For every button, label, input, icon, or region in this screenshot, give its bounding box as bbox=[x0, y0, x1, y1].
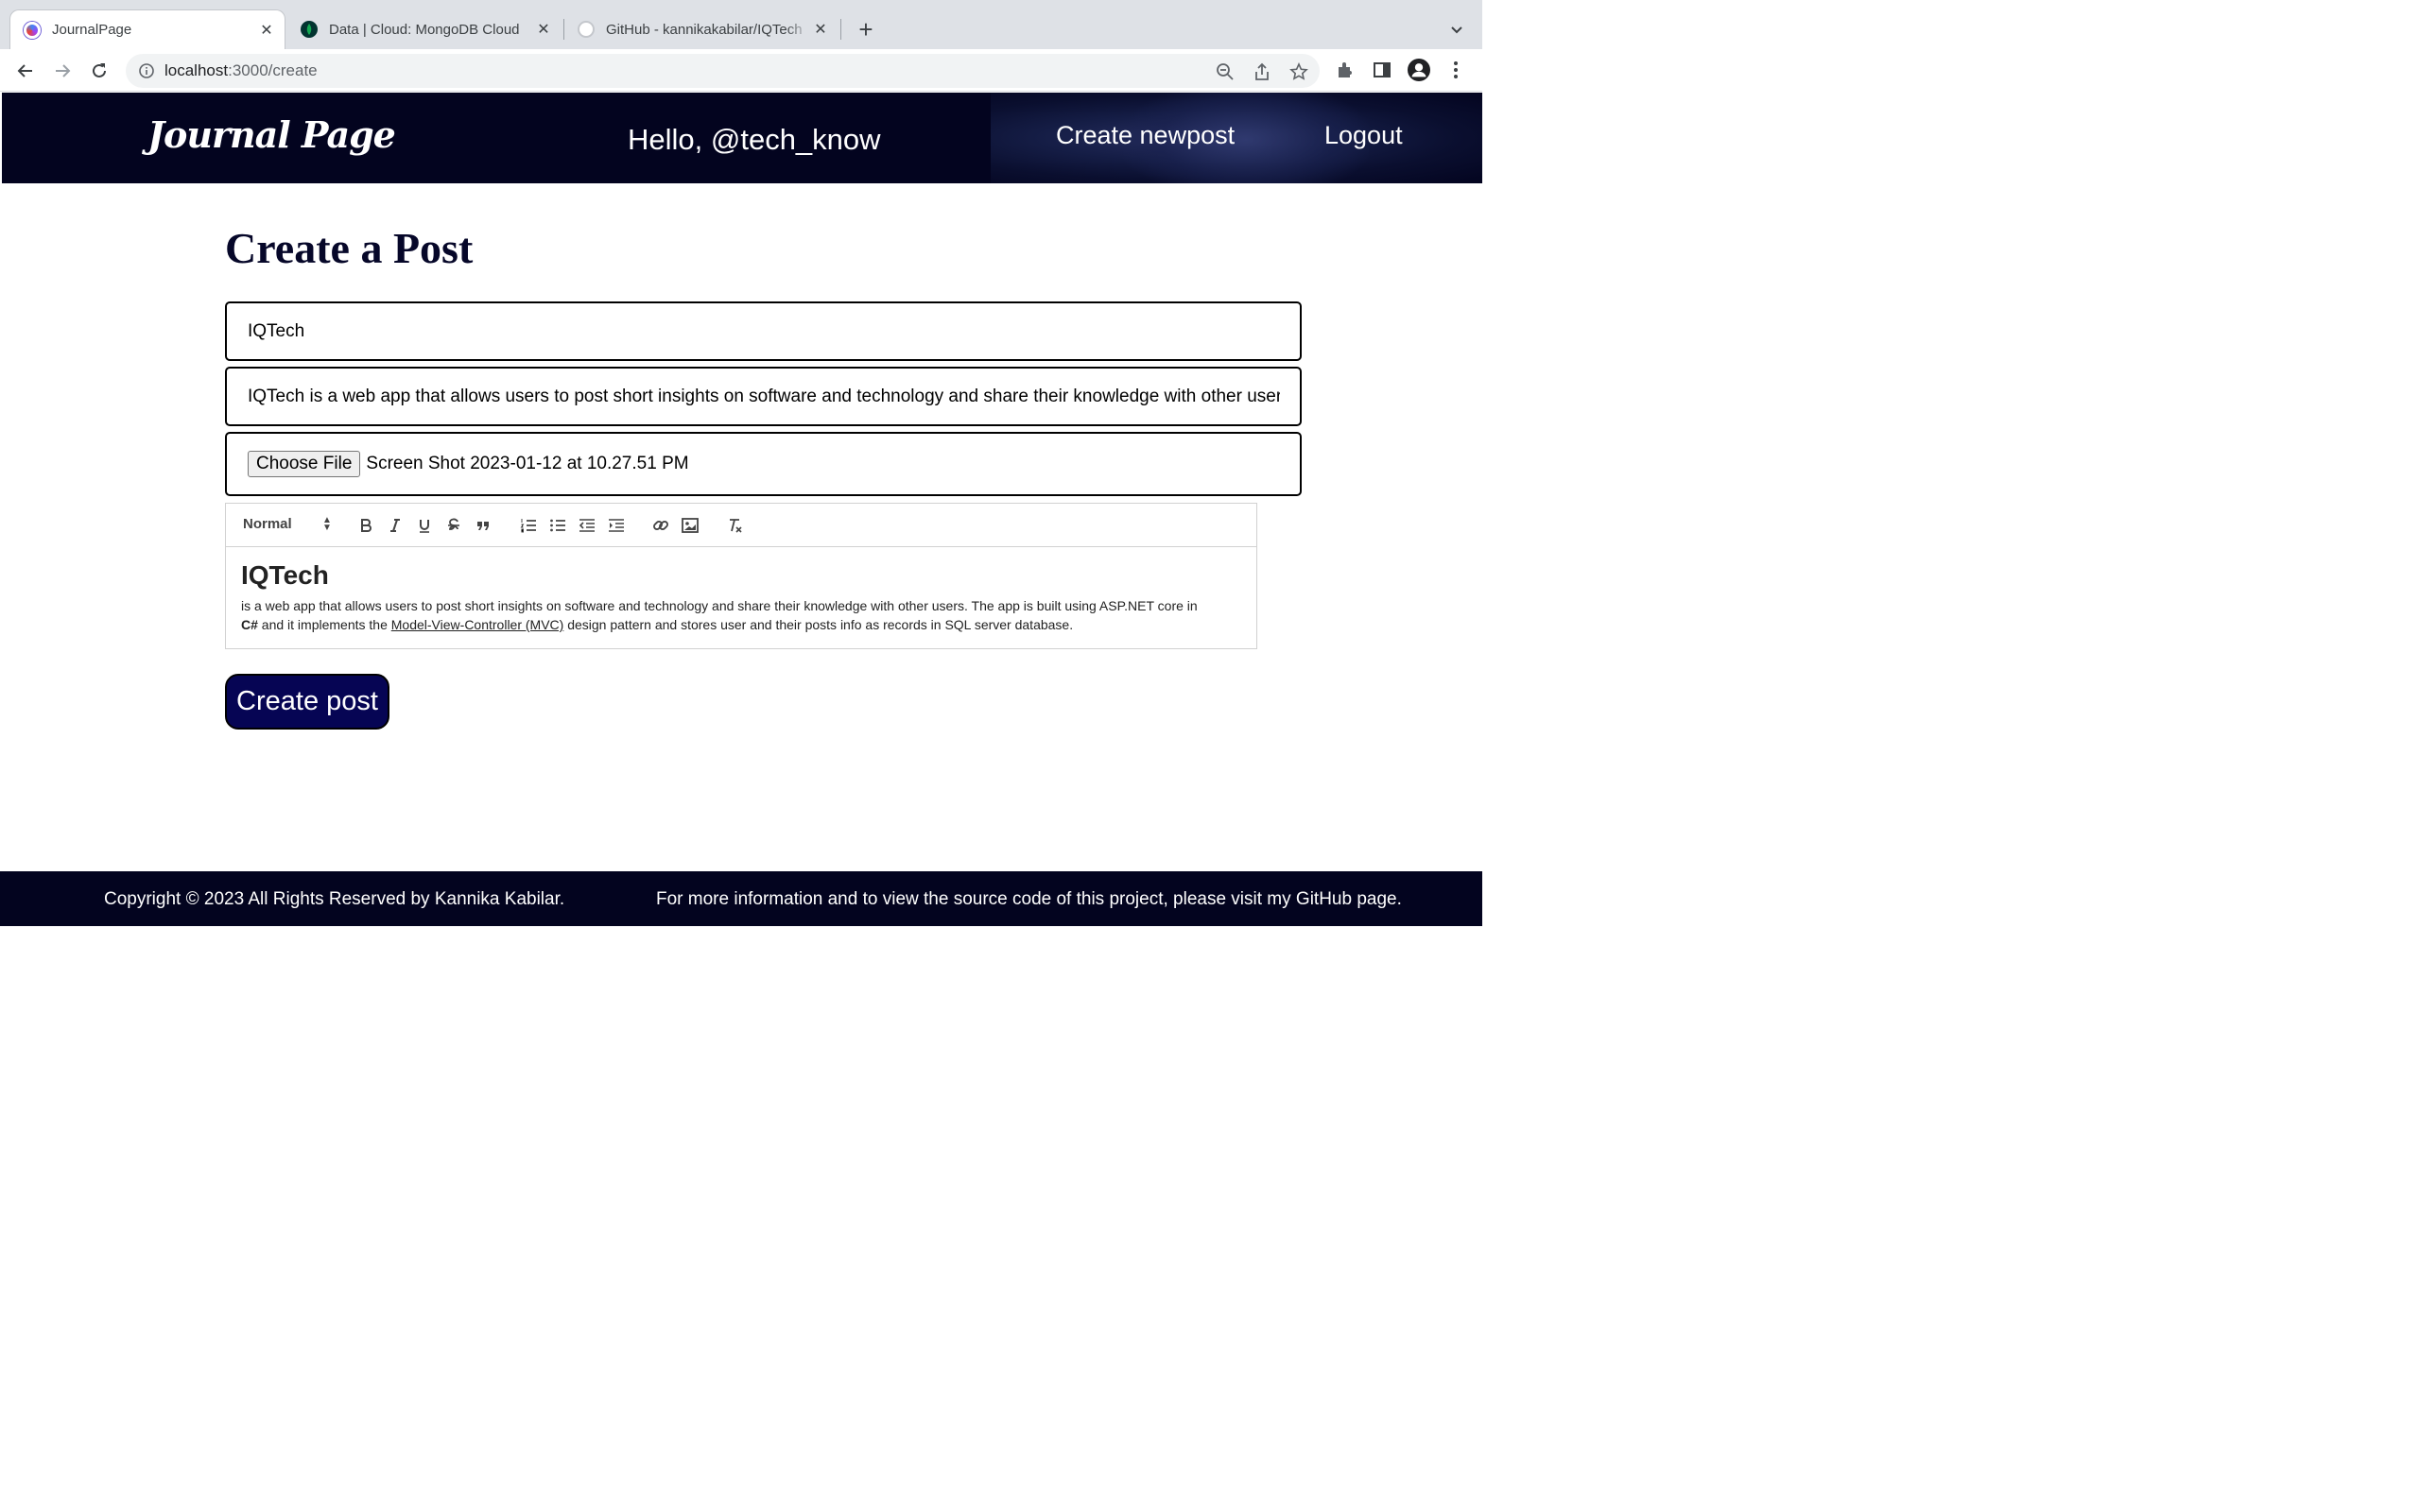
bookmark-star-icon[interactable] bbox=[1289, 62, 1308, 81]
editor-link[interactable]: Model-View-Controller (MVC) bbox=[391, 617, 564, 632]
footer-copyright: Copyright © 2023 All Rights Reserved by … bbox=[104, 889, 565, 909]
close-tab-icon[interactable]: ✕ bbox=[256, 20, 277, 41]
close-tab-icon[interactable]: ✕ bbox=[810, 19, 831, 40]
editor-paragraph: is a web app that allows users to post s… bbox=[241, 598, 1198, 632]
page-title: Create a Post bbox=[225, 224, 474, 272]
italic-icon[interactable] bbox=[385, 515, 406, 536]
bullet-list-icon[interactable] bbox=[547, 515, 568, 536]
ordered-list-icon[interactable] bbox=[518, 515, 539, 536]
tab-title: GitHub - kannikakabilar/IQTech bbox=[606, 21, 803, 38]
address-bar[interactable]: localhost:3000/create bbox=[126, 54, 1320, 88]
tab-search-chevron-icon[interactable] bbox=[1444, 17, 1469, 42]
tab-title: JournalPage bbox=[52, 22, 132, 38]
choose-file-button[interactable]: Choose File bbox=[248, 451, 361, 477]
strike-icon[interactable] bbox=[443, 515, 464, 536]
footer-info-link[interactable]: For more information and to view the sou… bbox=[656, 889, 1402, 910]
create-post-button[interactable]: Create post bbox=[225, 674, 389, 730]
tab-github[interactable]: GitHub - kannikakabilar/IQTech ✕ bbox=[564, 9, 838, 49]
underline-icon[interactable] bbox=[414, 515, 435, 536]
reload-icon[interactable] bbox=[86, 58, 112, 84]
bold-icon[interactable] bbox=[355, 515, 376, 536]
indent-icon[interactable] bbox=[606, 515, 627, 536]
site-info-icon[interactable] bbox=[138, 62, 155, 79]
link-icon[interactable] bbox=[650, 515, 671, 536]
new-tab-icon[interactable]: + bbox=[854, 15, 878, 43]
file-input[interactable]: Choose File Screen Shot 2023-01-12 at 10… bbox=[225, 432, 1302, 496]
clear-format-icon[interactable] bbox=[724, 515, 745, 536]
picker-arrows-icon: ▲ ▼ bbox=[322, 515, 332, 533]
editor-heading: IQTech bbox=[241, 560, 329, 590]
format-picker[interactable]: Normal ▲ ▼ bbox=[243, 516, 332, 533]
site-logo[interactable]: Journal Page bbox=[147, 113, 396, 156]
profile-avatar-icon[interactable] bbox=[1408, 59, 1430, 81]
title-input-value: IQTech bbox=[248, 320, 305, 341]
title-input[interactable]: IQTech bbox=[225, 301, 1302, 361]
user-greeting: Hello, @tech_know bbox=[628, 123, 881, 156]
tab-strip: JournalPage ✕ Data | Cloud: MongoDB Clou… bbox=[0, 0, 1482, 49]
browser-toolbar: localhost:3000/create bbox=[0, 49, 1482, 92]
editor-content[interactable]: IQTech is a web app that allows users to… bbox=[226, 547, 1256, 647]
mongodb-leaf-icon bbox=[301, 21, 318, 38]
editor-toolbar: Normal ▲ ▼ bbox=[226, 504, 1256, 547]
tab-separator bbox=[840, 19, 841, 40]
logout-link[interactable]: Logout bbox=[1324, 121, 1403, 150]
summary-input[interactable]: IQTech is a web app that allows users to… bbox=[225, 367, 1302, 426]
summary-input-value: IQTech is a web app that allows users to… bbox=[248, 386, 1280, 406]
file-name: Screen Shot 2023-01-12 at 10.27.51 PM bbox=[366, 454, 689, 473]
tab-journalpage[interactable]: JournalPage ✕ bbox=[9, 9, 285, 49]
tab-title: Data | Cloud: MongoDB Cloud bbox=[329, 21, 520, 38]
create-new-post-link[interactable]: Create newpost bbox=[1056, 121, 1235, 150]
rich-text-editor: Normal ▲ ▼ IQTech is a web app that allo… bbox=[225, 503, 1257, 649]
image-icon[interactable] bbox=[680, 515, 700, 536]
share-icon[interactable] bbox=[1253, 62, 1271, 81]
outdent-icon[interactable] bbox=[577, 515, 597, 536]
url-text: localhost:3000/create bbox=[164, 61, 318, 79]
extensions-puzzle-icon[interactable] bbox=[1334, 59, 1357, 81]
journalpage-favicon-icon bbox=[24, 21, 41, 39]
site-footer: Copyright © 2023 All Rights Reserved by … bbox=[0, 871, 1482, 926]
forward-arrow-icon[interactable] bbox=[49, 58, 76, 84]
github-icon bbox=[578, 21, 595, 38]
site-header: Journal Page Hello, @tech_know Create ne… bbox=[2, 93, 1482, 183]
tab-mongodb[interactable]: Data | Cloud: MongoDB Cloud ✕ bbox=[287, 9, 562, 49]
blockquote-icon[interactable] bbox=[473, 515, 493, 536]
menu-kebab-icon[interactable] bbox=[1444, 59, 1467, 81]
side-panel-icon[interactable] bbox=[1371, 59, 1393, 81]
zoom-icon[interactable] bbox=[1216, 62, 1235, 81]
back-arrow-icon[interactable] bbox=[12, 58, 39, 84]
close-tab-icon[interactable]: ✕ bbox=[533, 19, 554, 40]
